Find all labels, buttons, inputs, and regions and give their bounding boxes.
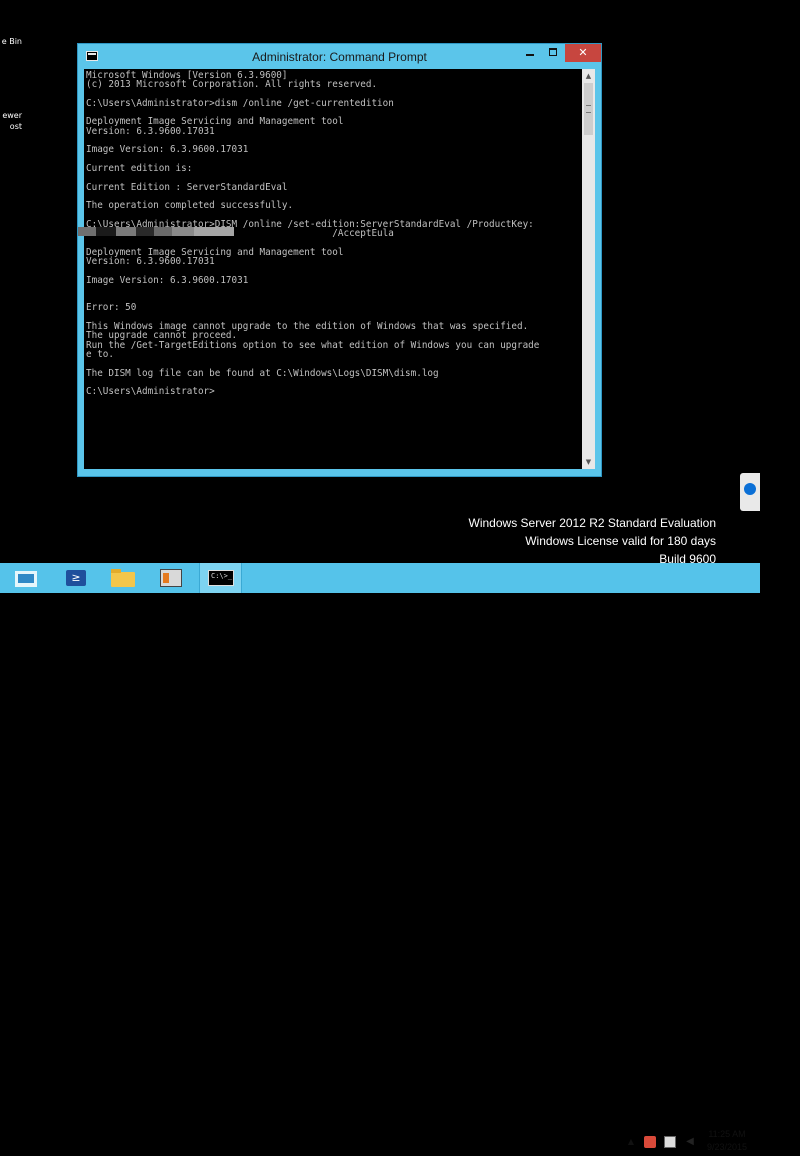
network-icon[interactable] <box>664 1136 676 1148</box>
watermark-license: Windows License valid for 180 days <box>525 534 716 548</box>
screen-edge-bottom <box>0 593 800 629</box>
teamviewer-panel-tab[interactable] <box>740 473 760 511</box>
system-tray: ▲ ◀ 11:25 AM 9/23/2015 <box>620 1126 760 1156</box>
teamviewer-label-line2: ost <box>9 122 22 131</box>
action-center-flag-icon[interactable] <box>644 1136 656 1148</box>
maximize-button[interactable] <box>542 44 565 62</box>
vertical-scrollbar[interactable]: ▲ ▼ <box>582 69 595 469</box>
redacted-key-block <box>78 227 96 236</box>
redacted-key-block <box>136 227 154 236</box>
minimize-button[interactable] <box>518 44 542 62</box>
scroll-down-icon[interactable]: ▼ <box>582 455 595 469</box>
server-manager-icon <box>160 569 182 587</box>
redacted-key-block <box>154 227 172 236</box>
command-prompt-taskbar-button[interactable]: C:\>_ <box>199 563 242 593</box>
start-icon <box>15 571 37 587</box>
close-button[interactable]: ✕ <box>565 44 601 62</box>
desktop: e Bin ewer ost Administrator: Command Pr… <box>0 0 760 563</box>
scroll-grip-icon <box>586 105 591 113</box>
maximize-icon <box>549 48 557 56</box>
command-prompt-window: Administrator: Command Prompt ✕ Microsof… <box>77 43 602 477</box>
console-output[interactable]: Microsoft Windows [Version 6.3.9600] (c)… <box>84 69 582 469</box>
cmd-icon: C:\>_ <box>208 570 234 586</box>
teamviewer-label-line1: ewer <box>2 111 22 120</box>
powershell-icon: ≥ <box>66 570 86 586</box>
close-icon: ✕ <box>578 46 588 59</box>
folder-icon <box>111 569 135 587</box>
watermark-build: Build 9600 <box>659 552 716 563</box>
scroll-thumb[interactable] <box>584 83 593 135</box>
title-bar[interactable]: Administrator: Command Prompt ✕ <box>78 44 601 71</box>
redacted-key-block <box>116 227 136 236</box>
clock-time: 11:25 AM <box>708 1129 746 1139</box>
redacted-key-block <box>194 227 234 236</box>
taskbar: ≥ C:\>_ ▲ ◀ 11:25 AM 9/23/2015 <box>0 563 760 1152</box>
show-hidden-icons-chevron-icon[interactable]: ▲ <box>625 1136 637 1148</box>
teamviewer-shortcut[interactable]: ewer ost <box>0 82 22 132</box>
server-manager-taskbar-button[interactable] <box>151 563 191 593</box>
clock-date: 9/23/2015 <box>706 1142 748 1152</box>
windows-watermark: Windows Server 2012 R2 Standard Evaluati… <box>469 514 716 563</box>
recycle-bin-shortcut[interactable]: e Bin <box>0 0 22 47</box>
redacted-key-block <box>172 227 194 236</box>
scroll-up-icon[interactable]: ▲ <box>582 69 595 83</box>
teamviewer-icon <box>744 483 756 495</box>
file-explorer-taskbar-button[interactable] <box>105 563 141 593</box>
minimize-icon <box>526 54 534 56</box>
screen-edge-right <box>760 0 800 629</box>
clock[interactable]: 11:25 AM 9/23/2015 <box>694 1128 760 1154</box>
redacted-key-block <box>96 227 116 236</box>
start-button[interactable] <box>0 563 50 593</box>
powershell-taskbar-button[interactable]: ≥ <box>58 563 94 593</box>
recycle-bin-label: e Bin <box>1 37 22 46</box>
watermark-edition: Windows Server 2012 R2 Standard Evaluati… <box>468 516 716 530</box>
